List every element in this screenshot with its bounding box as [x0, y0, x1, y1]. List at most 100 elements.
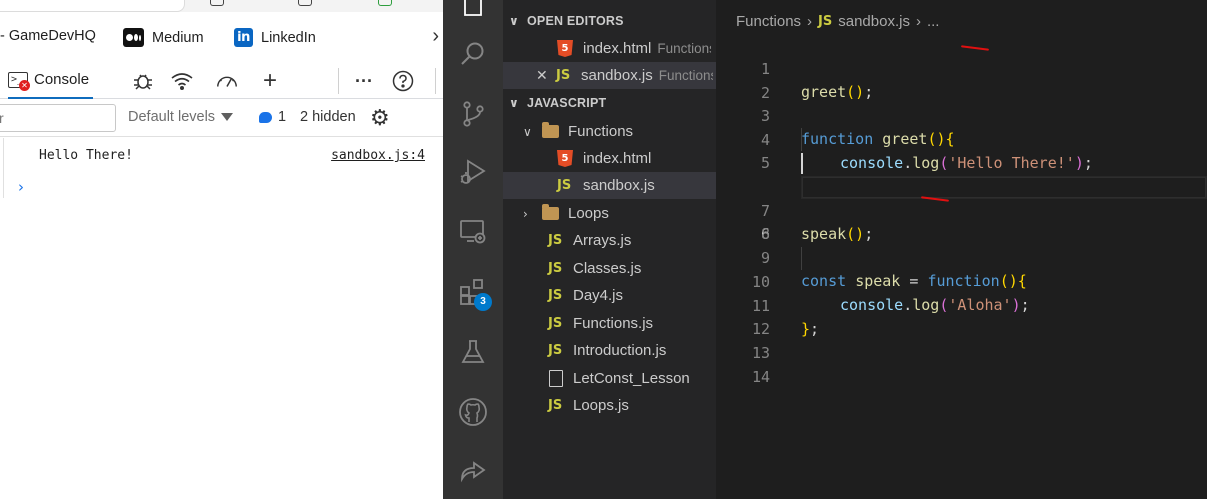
tree-folder-loops[interactable]: › Loops: [503, 200, 716, 227]
tree-file[interactable]: JS Classes.js: [503, 255, 716, 282]
js-file-icon: JS: [548, 343, 563, 358]
tree-item-label: Functions: [568, 123, 634, 140]
tree-file[interactable]: JS Functions.js: [503, 310, 716, 337]
console-source-link[interactable]: sandbox.js:4: [331, 148, 425, 163]
chevron-down-icon: ∨: [509, 14, 519, 28]
active-browser-tab[interactable]: [0, 0, 185, 12]
live-share-icon[interactable]: [455, 452, 491, 488]
breadcrumb-symbol[interactable]: ...: [927, 13, 940, 30]
folder-icon: [542, 204, 559, 220]
tree-file[interactable]: JS Arrays.js: [503, 227, 716, 254]
breadcrumb-file[interactable]: sandbox.js: [838, 13, 910, 30]
log-levels-dropdown[interactable]: Default levels: [128, 109, 234, 125]
hidden-messages-count: 2 hidden: [300, 109, 356, 125]
tree-file[interactable]: JS Introduction.js: [503, 337, 716, 364]
open-editor-name: sandbox.js: [581, 67, 653, 84]
code-line: 14: [716, 342, 1207, 386]
console-prompt-chevron-icon[interactable]: ›: [18, 178, 24, 196]
chevron-down-icon: ∨: [509, 96, 519, 110]
console-filter-bar: Default levels 1 2 hidden ⚙: [0, 100, 443, 137]
explorer-files-icon[interactable]: [455, 0, 491, 22]
run-debug-icon[interactable]: [455, 154, 491, 190]
code-line: 2: [716, 58, 1207, 102]
tree-file[interactable]: LetConst_Lesson: [503, 365, 716, 392]
chevron-right-icon: ›: [523, 206, 528, 221]
browser-toolbar-icon[interactable]: [210, 0, 224, 6]
tree-file[interactable]: JS Loops.js: [503, 392, 716, 419]
console-message-text: Hello There!: [39, 148, 133, 163]
tree-item-label: Loops.js: [573, 397, 629, 414]
source-control-icon[interactable]: [455, 96, 491, 132]
tree-item-label: Functions.js: [573, 315, 654, 332]
remote-explorer-icon[interactable]: [455, 214, 491, 250]
code-line: 10 console.log('Aloha');: [716, 247, 1207, 315]
bug-icon[interactable]: [131, 69, 155, 93]
browser-window: - GameDevHQ Medium in LinkedIn › >_ ✕ Con…: [0, 0, 443, 499]
browser-extension-icon[interactable]: [378, 0, 392, 6]
testing-flask-icon[interactable]: [455, 334, 491, 370]
more-bookmarks-chevron-icon[interactable]: ›: [432, 25, 439, 48]
network-wifi-icon[interactable]: [170, 69, 194, 93]
bookmark-label: LinkedIn: [261, 29, 316, 46]
bookmark-linkedin[interactable]: in LinkedIn: [234, 28, 316, 47]
toolbar-separator: [435, 68, 436, 94]
dropdown-caret-icon: [221, 113, 234, 121]
js-file-icon: JS: [548, 233, 563, 248]
close-icon[interactable]: ✕: [536, 67, 552, 84]
open-editor-item[interactable]: 5 index.html Functions: [503, 35, 716, 62]
more-options-icon[interactable]: ···: [352, 69, 376, 93]
issues-counter[interactable]: 1: [259, 109, 286, 125]
performance-gauge-icon[interactable]: [215, 69, 239, 93]
bookmark-gamedevhq[interactable]: - GameDevHQ: [0, 28, 96, 44]
tree-file[interactable]: JS Day4.js: [503, 282, 716, 309]
tab-console[interactable]: >_ ✕ Console: [8, 62, 94, 99]
tree-file-selected[interactable]: JS sandbox.js: [503, 172, 716, 199]
code-line: 13: [716, 318, 1207, 362]
console-filter-input[interactable]: [0, 104, 116, 132]
js-file-icon: JS: [556, 68, 571, 83]
tree-item-label: index.html: [583, 150, 652, 167]
add-panel-plus-icon[interactable]: +: [258, 67, 282, 94]
js-file-icon: JS: [548, 316, 563, 331]
js-file-icon: JS: [548, 398, 563, 413]
code-line: 9 const speak = function(){: [716, 223, 1207, 291]
js-file-icon: JS: [548, 261, 563, 276]
browser-toolbar-icon[interactable]: [298, 0, 312, 6]
linkedin-logo-icon: in: [234, 28, 253, 47]
line-number: 14: [751, 367, 770, 386]
tree-item-label: Introduction.js: [573, 342, 667, 359]
console-message-row: Hello There! sandbox.js:4: [0, 146, 443, 172]
code-line: 11 };: [716, 271, 1207, 339]
help-icon[interactable]: [391, 69, 415, 93]
chevron-down-icon: ∨: [523, 124, 532, 139]
devtools-toolbar: >_ ✕ Console + ···: [0, 62, 443, 99]
code-line: 5 }: [716, 128, 1207, 196]
medium-logo-icon: [123, 28, 144, 47]
console-settings-gear-icon[interactable]: ⚙: [370, 107, 390, 129]
console-icon: >_ ✕: [8, 71, 30, 91]
js-file-icon: JS: [557, 178, 572, 193]
open-editor-name: index.html: [583, 40, 652, 57]
error-badge-icon: ✕: [19, 79, 30, 91]
browser-tab-strip: [0, 0, 443, 12]
open-editors-header[interactable]: ∨ OPEN EDITORS: [503, 9, 716, 33]
text-cursor: [801, 153, 803, 174]
open-editor-desc: Functions: [657, 41, 712, 56]
breadcrumb-folder[interactable]: Functions: [736, 13, 801, 30]
bookmark-medium[interactable]: Medium: [123, 28, 204, 47]
plain-file-icon: [549, 370, 563, 387]
tree-folder-functions[interactable]: ∨ Functions: [503, 118, 716, 145]
breadcrumb-separator-icon: ›: [807, 12, 813, 30]
js-file-icon: JS: [818, 13, 833, 29]
bookmark-label: - GameDevHQ: [0, 28, 96, 44]
open-editor-item-active[interactable]: ✕ JS sandbox.js Functions: [503, 62, 716, 89]
breadcrumb: Functions › JS sandbox.js › ...: [736, 10, 939, 32]
workspace-header[interactable]: ∨ JAVASCRIPT: [503, 91, 716, 115]
issues-count: 1: [278, 109, 287, 125]
tree-file[interactable]: 5 index.html: [503, 145, 716, 172]
search-icon[interactable]: [455, 36, 491, 72]
html5-file-icon: 5: [557, 150, 573, 167]
code-editor[interactable]: Functions › JS sandbox.js › ... 1 greet(…: [716, 0, 1207, 499]
github-icon[interactable]: [455, 394, 491, 430]
html5-file-icon: 5: [557, 40, 573, 57]
